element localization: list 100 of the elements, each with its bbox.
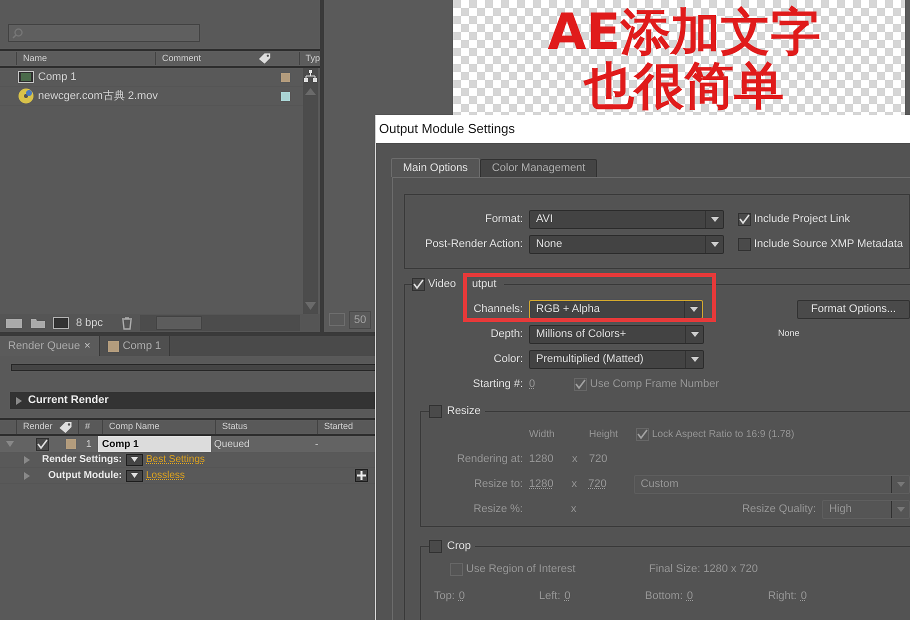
checkbox-label[interactable]: Include Project Link bbox=[754, 210, 850, 228]
dropdown-button[interactable] bbox=[126, 454, 143, 466]
disclosure-triangle-icon bbox=[16, 396, 22, 404]
column-label: Height bbox=[589, 428, 619, 442]
dropdown[interactable]: Premultiplied (Matted) bbox=[529, 350, 704, 368]
checkbox-label[interactable]: Use Comp Frame Number bbox=[590, 376, 719, 392]
column-header[interactable]: # bbox=[78, 420, 102, 434]
folder-icon bbox=[30, 317, 46, 329]
dropdown[interactable]: High bbox=[822, 500, 910, 518]
setting-label: Render Settings: bbox=[40, 453, 122, 467]
item-name[interactable]: Comp 1 bbox=[38, 68, 281, 86]
panel-tab[interactable]: Render Queue × bbox=[0, 336, 100, 356]
setting-label: Output Module: bbox=[47, 469, 122, 483]
height-value: 720 bbox=[589, 452, 608, 467]
caret-icon bbox=[690, 356, 698, 362]
trash-icon bbox=[121, 316, 133, 330]
caret-icon bbox=[690, 306, 698, 312]
dropdown-button[interactable] bbox=[126, 470, 143, 482]
column-label: Width bbox=[529, 428, 556, 442]
column-header[interactable]: Render bbox=[16, 420, 58, 434]
frame-number-field[interactable]: 0 bbox=[529, 376, 574, 392]
field-label: Bottom: bbox=[645, 588, 683, 604]
field-label: Resize to: bbox=[473, 476, 524, 492]
checkbox[interactable] bbox=[636, 428, 649, 440]
checkbox-label[interactable]: Include Source XMP Metadata bbox=[754, 236, 903, 252]
caret-icon bbox=[131, 473, 138, 478]
composition-text: AE添加文字 bbox=[546, 5, 820, 59]
field-label: Channels: bbox=[472, 302, 524, 317]
column-header[interactable]: Typ bbox=[298, 52, 320, 66]
search-icon bbox=[12, 28, 23, 38]
field-label: Rendering at: bbox=[456, 452, 524, 467]
caret-icon bbox=[896, 482, 905, 486]
checkbox[interactable] bbox=[429, 405, 442, 418]
times-sign: x bbox=[571, 476, 578, 492]
section-label: Crop bbox=[447, 539, 471, 554]
field-label: Top: bbox=[434, 588, 455, 604]
column-header[interactable]: Status bbox=[215, 420, 317, 434]
dropdown[interactable]: AVI bbox=[529, 210, 724, 228]
zoom-level[interactable]: 50 bbox=[349, 310, 372, 329]
panel-tab[interactable]: Comp 1 bbox=[100, 336, 170, 356]
width-value: 1280 bbox=[529, 452, 554, 467]
field-label: Post-Render Action: bbox=[424, 236, 524, 252]
section-label: Resize bbox=[447, 404, 481, 420]
field-label: Right: bbox=[768, 588, 797, 604]
column-header[interactable]: Started bbox=[317, 420, 365, 434]
search-field[interactable] bbox=[8, 24, 200, 42]
section-label: Video bbox=[428, 277, 456, 292]
field-label: Resize Quality: bbox=[741, 502, 818, 517]
caret-icon bbox=[710, 216, 718, 222]
item-name[interactable]: newcger.com古典 2.mov bbox=[38, 88, 281, 104]
checkbox[interactable] bbox=[738, 238, 751, 250]
section-label: utput bbox=[472, 277, 496, 292]
checkbox[interactable] bbox=[36, 438, 49, 450]
crop-value-field[interactable]: 0 bbox=[800, 588, 807, 604]
scroll-up-icon bbox=[305, 88, 316, 95]
field-label: Format: bbox=[484, 212, 524, 227]
dropdown[interactable]: RGB + Alpha bbox=[529, 300, 704, 318]
tag-icon bbox=[258, 52, 272, 65]
checkbox-label[interactable]: Lock Aspect Ratio to 16:9 (1.78) bbox=[652, 426, 794, 442]
tag-icon bbox=[58, 420, 74, 434]
crop-value-field[interactable]: 0 bbox=[686, 588, 694, 604]
scrollbar[interactable] bbox=[303, 68, 318, 314]
times-sign: x bbox=[570, 502, 578, 517]
plus-icon bbox=[357, 471, 366, 480]
column-header[interactable]: Name bbox=[16, 52, 156, 66]
column-header[interactable]: Comp Name bbox=[102, 420, 215, 434]
checkbox[interactable] bbox=[574, 378, 587, 390]
field-label: Left: bbox=[539, 588, 560, 604]
crop-value-field[interactable]: 0 bbox=[564, 588, 571, 604]
bit-depth[interactable]: 8 bpc bbox=[76, 314, 114, 332]
checkbox[interactable] bbox=[412, 278, 425, 291]
dropdown[interactable]: None bbox=[529, 234, 724, 254]
settings-link[interactable]: Best Settings bbox=[146, 452, 205, 467]
composition-text: 也很简单 bbox=[582, 59, 784, 113]
comp-name-field[interactable]: Comp 1 bbox=[98, 436, 211, 452]
crop-value-field[interactable]: 0 bbox=[458, 588, 465, 604]
field-label: Color: bbox=[492, 352, 524, 367]
checkbox[interactable] bbox=[738, 212, 751, 226]
caret-icon bbox=[896, 506, 904, 512]
composition-icon bbox=[53, 317, 69, 329]
dropdown[interactable]: Custom bbox=[634, 474, 910, 494]
settings-link[interactable]: Lossless bbox=[146, 468, 185, 483]
column-header[interactable]: Comment bbox=[155, 52, 258, 66]
status-text: Queued bbox=[213, 438, 251, 452]
checkbox-label[interactable]: Use Region of Interest bbox=[466, 560, 576, 578]
close-button[interactable]: × bbox=[84, 338, 91, 354]
add-button[interactable] bbox=[355, 469, 368, 482]
final-size-text: Final Size: 1280 x 720 bbox=[649, 562, 758, 577]
dropdown[interactable]: Millions of Colors+ bbox=[529, 324, 704, 344]
times-sign: x bbox=[572, 452, 578, 467]
field-label: Resize %: bbox=[472, 502, 524, 517]
dialog-tab[interactable]: Color Management bbox=[480, 159, 598, 176]
checkbox[interactable] bbox=[429, 540, 442, 553]
composition-icon bbox=[18, 71, 34, 83]
height-field[interactable]: 720 bbox=[588, 476, 634, 492]
width-field[interactable]: 1280 bbox=[529, 476, 572, 492]
format-options-button[interactable]: Format Options... bbox=[797, 300, 910, 318]
caret-icon bbox=[710, 242, 718, 246]
horizontal-scrollbar[interactable] bbox=[140, 315, 300, 331]
dialog-tab[interactable]: Main Options bbox=[391, 158, 480, 176]
